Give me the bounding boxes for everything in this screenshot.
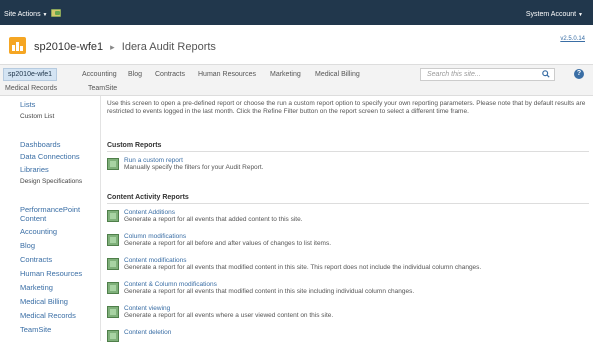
top-bar: Site Actions ▼ System Account ▼ bbox=[0, 0, 593, 25]
site-actions-menu[interactable]: Site Actions ▼ bbox=[4, 11, 47, 18]
report-description: Generate a report for all before and aft… bbox=[124, 240, 332, 247]
search-input[interactable]: Search this site... bbox=[420, 68, 555, 81]
main-content: Use this screen to open a pre-defined re… bbox=[100, 96, 593, 342]
custom-reports-heading: Custom Reports bbox=[107, 142, 589, 152]
sidebar-item-dashboards[interactable]: Dashboards bbox=[20, 140, 60, 149]
report-description: Generate a report for all events that mo… bbox=[124, 264, 482, 271]
sidebar-item-human-resources[interactable]: Human Resources bbox=[20, 269, 82, 278]
report-title-link[interactable]: Content modifications bbox=[124, 257, 187, 264]
site-actions-label: Site Actions bbox=[4, 11, 41, 18]
page-title: sp2010e-wfe1 ▸ Idera Audit Reports bbox=[34, 41, 216, 53]
sidebar-item-medical-records[interactable]: Medical Records bbox=[20, 311, 76, 320]
report-icon bbox=[107, 258, 119, 270]
report-content-column-modifications[interactable]: Content & Column modifications Generate … bbox=[107, 281, 589, 302]
sidebar-item-blog[interactable]: Blog bbox=[20, 241, 35, 250]
report-description: Generate a report for all events that mo… bbox=[124, 288, 415, 295]
chevron-down-icon: ▼ bbox=[42, 12, 48, 18]
sidebar-item-libraries[interactable]: Libraries bbox=[20, 165, 49, 174]
report-content-modifications[interactable]: Content modifications Generate a report … bbox=[107, 257, 589, 278]
site-title-link[interactable]: sp2010e-wfe1 bbox=[34, 41, 103, 53]
report-icon bbox=[107, 306, 119, 318]
help-icon[interactable]: ? bbox=[574, 69, 584, 79]
tab-medical-billing[interactable]: Medical Billing bbox=[315, 71, 360, 78]
tab-teamsite[interactable]: TeamSite bbox=[88, 85, 117, 92]
breadcrumb-separator: ▸ bbox=[110, 42, 115, 52]
user-account-menu[interactable]: System Account ▼ bbox=[526, 11, 583, 18]
site-logo-icon bbox=[9, 37, 26, 54]
report-icon bbox=[107, 158, 119, 170]
tab-home[interactable]: sp2010e-wfe1 bbox=[3, 68, 57, 81]
report-column-modifications[interactable]: Column modifications Generate a report f… bbox=[107, 233, 589, 254]
intro-text: Use this screen to open a pre-defined re… bbox=[107, 100, 586, 115]
top-nav: sp2010e-wfe1 Accounting Blog Contracts H… bbox=[0, 64, 593, 96]
report-title-link[interactable]: Content deletion bbox=[124, 329, 171, 336]
tab-blog[interactable]: Blog bbox=[128, 71, 142, 78]
tab-accounting[interactable]: Accounting bbox=[82, 71, 117, 78]
report-icon bbox=[107, 330, 119, 342]
sidebar-item-data-connections[interactable]: Data Connections bbox=[20, 152, 80, 161]
user-account-label: System Account bbox=[525, 11, 577, 18]
report-content-viewing[interactable]: Content viewing Generate a report for al… bbox=[107, 305, 589, 326]
tab-contracts[interactable]: Contracts bbox=[155, 71, 185, 78]
chevron-down-icon: ▼ bbox=[578, 12, 583, 18]
report-icon bbox=[107, 234, 119, 246]
report-title-link[interactable]: Run a custom report bbox=[124, 157, 183, 164]
page-name: Idera Audit Reports bbox=[121, 41, 216, 53]
title-bar: sp2010e-wfe1 ▸ Idera Audit Reports v2.5.… bbox=[0, 25, 593, 63]
version-link[interactable]: v2.5.0.14 bbox=[560, 36, 585, 42]
sidebar-item-marketing[interactable]: Marketing bbox=[20, 283, 53, 292]
report-run-custom[interactable]: Run a custom report Manually specify the… bbox=[107, 157, 589, 178]
report-icon bbox=[107, 282, 119, 294]
sidebar-item-custom-list[interactable]: Custom List bbox=[20, 113, 54, 120]
report-icon bbox=[107, 210, 119, 222]
navigate-up-icon[interactable] bbox=[51, 9, 61, 17]
report-content-deletion[interactable]: Content deletion bbox=[107, 329, 589, 350]
sidebar-item-medical-billing[interactable]: Medical Billing bbox=[20, 297, 68, 306]
tab-marketing[interactable]: Marketing bbox=[270, 71, 301, 78]
quick-launch: Lists Custom List Dashboards Data Connec… bbox=[0, 96, 100, 341]
report-description: Generate a report for all events where a… bbox=[124, 312, 334, 319]
report-description: Generate a report for all events that ad… bbox=[124, 216, 303, 223]
report-title-link[interactable]: Content viewing bbox=[124, 305, 170, 312]
content-activity-heading: Content Activity Reports bbox=[107, 194, 589, 204]
report-title-link[interactable]: Content & Column modifications bbox=[124, 281, 217, 288]
report-content-additions[interactable]: Content Additions Generate a report for … bbox=[107, 209, 589, 230]
report-title-link[interactable]: Column modifications bbox=[124, 233, 186, 240]
sidebar-item-accounting[interactable]: Accounting bbox=[20, 227, 57, 236]
tab-human-resources[interactable]: Human Resources bbox=[198, 71, 256, 78]
report-description: Manually specify the filters for your Au… bbox=[124, 164, 264, 171]
search-icon[interactable] bbox=[542, 70, 550, 78]
sidebar-item-lists[interactable]: Lists bbox=[20, 100, 35, 109]
sidebar-item-performancepoint[interactable]: PerformancePoint Content bbox=[20, 205, 98, 223]
tab-medical-records[interactable]: Medical Records bbox=[5, 85, 57, 92]
report-title-link[interactable]: Content Additions bbox=[124, 209, 175, 216]
sidebar-item-design-specs[interactable]: Design Specifications bbox=[20, 178, 82, 185]
sidebar-item-contracts[interactable]: Contracts bbox=[20, 255, 52, 264]
sidebar-item-teamsite[interactable]: TeamSite bbox=[20, 325, 51, 334]
